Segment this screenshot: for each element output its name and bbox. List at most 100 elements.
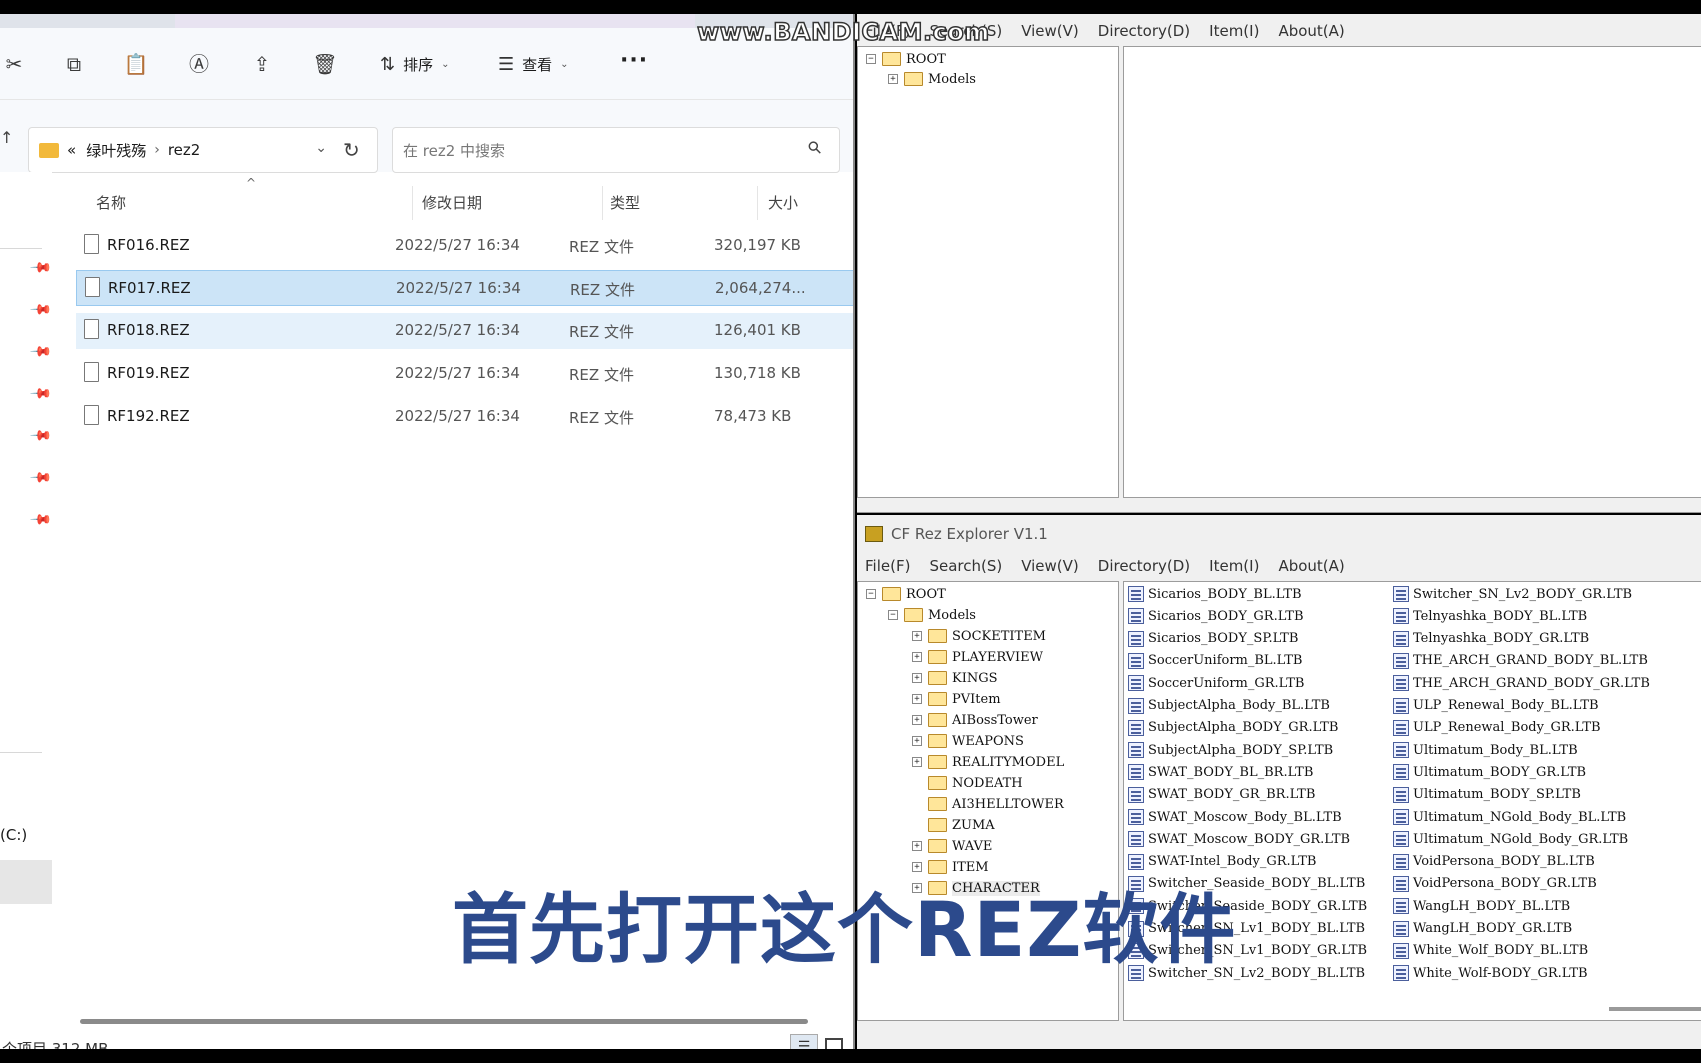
column-header-date[interactable]: 修改日期 — [422, 192, 482, 213]
ltb-file-item[interactable]: ULP_Renewal_Body_GR.LTB — [1393, 718, 1601, 738]
tree-item-folder[interactable]: AI3HELLTOWER — [912, 794, 1064, 814]
tree-item-folder[interactable]: + PVItem — [912, 689, 1001, 709]
menu-search[interactable]: Search(S) — [929, 557, 1002, 581]
file-row[interactable]: RF018.REZ 2022/5/27 16:34 REZ 文件 126,401… — [76, 313, 853, 349]
ltb-file-item[interactable]: Sicarios_BODY_BL.LTB — [1128, 584, 1302, 604]
paste-icon[interactable]: 📋 — [122, 50, 150, 78]
ltb-file-item[interactable]: Sicarios_BODY_SP.LTB — [1128, 629, 1298, 649]
share-icon[interactable]: ⇪ — [248, 50, 276, 78]
tree-item-folder[interactable]: + REALITYMODEL — [912, 752, 1064, 772]
tree-item-folder[interactable]: + WEAPONS — [912, 731, 1024, 751]
tree-item-folder[interactable]: + SOCKETITEM — [912, 626, 1046, 646]
ltb-file-item[interactable]: SubjectAlpha_Body_BL.LTB — [1128, 696, 1330, 716]
menu-directory[interactable]: Directory(D) — [1098, 557, 1190, 581]
horizontal-scrollbar[interactable] — [1609, 1007, 1701, 1011]
ltb-file-item[interactable]: Telnyashka_BODY_GR.LTB — [1393, 629, 1589, 649]
refresh-icon[interactable]: ↻ — [343, 138, 360, 162]
ltb-file-item[interactable]: THE_ARCH_GRAND_BODY_GR.LTB — [1393, 673, 1650, 693]
search-icon[interactable]: ⚲ — [803, 137, 826, 160]
ltb-file-item[interactable]: SubjectAlpha_BODY_SP.LTB — [1128, 740, 1333, 760]
up-arrow-icon[interactable]: ↑ — [0, 128, 13, 147]
ltb-file-item[interactable]: Ultimatum_BODY_GR.LTB — [1393, 762, 1586, 782]
column-divider[interactable] — [412, 186, 413, 220]
nav-item-selected[interactable] — [0, 860, 52, 904]
menu-view[interactable]: View(V) — [1021, 557, 1079, 581]
ltb-file-item[interactable]: SWAT_Moscow_Body_BL.LTB — [1128, 807, 1342, 827]
ltb-file-item[interactable]: White_Wolf-BODY_GR.LTB — [1393, 963, 1588, 983]
delete-icon[interactable]: 🗑 — [311, 50, 339, 78]
rename-icon[interactable]: Ⓐ — [185, 50, 213, 78]
ltb-file-item[interactable]: THE_ARCH_GRAND_BODY_BL.LTB — [1393, 651, 1648, 671]
sort-button[interactable]: ⇅ 排序 ⌄ — [380, 46, 450, 82]
ltb-file-item[interactable]: SWAT_BODY_GR_BR.LTB — [1128, 785, 1315, 805]
expand-icon[interactable]: + — [912, 715, 922, 725]
menu-view[interactable]: View(V) — [1021, 22, 1079, 46]
breadcrumb-item-current[interactable]: rez2 — [168, 141, 200, 159]
menu-file[interactable]: File(F) — [865, 557, 910, 581]
menu-item[interactable]: Item(I) — [1209, 557, 1259, 581]
breadcrumb-item[interactable]: 绿叶残殇 — [86, 140, 146, 161]
file-row[interactable]: RF019.REZ 2022/5/27 16:34 REZ 文件 130,718… — [76, 356, 853, 392]
ltb-file-item[interactable]: WangLH_BODY_BL.LTB — [1393, 896, 1570, 916]
expand-icon[interactable]: + — [912, 841, 922, 851]
menu-about[interactable]: About(A) — [1278, 22, 1344, 46]
expand-icon[interactable]: + — [912, 757, 922, 767]
column-header-size[interactable]: 大小 — [768, 192, 798, 213]
tree-item-folder[interactable]: + WAVE — [912, 836, 992, 856]
ltb-file-item[interactable]: Ultimatum_NGold_Body_GR.LTB — [1393, 829, 1628, 849]
menu-item[interactable]: Item(I) — [1209, 22, 1259, 46]
ltb-file-item[interactable]: VoidPersona_BODY_GR.LTB — [1393, 874, 1597, 894]
tree-item-root[interactable]: − ROOT — [866, 49, 946, 69]
tree-item-folder[interactable]: + AIBossTower — [912, 710, 1038, 730]
tree-item-folder[interactable]: NODEATH — [912, 773, 1023, 793]
column-divider[interactable] — [602, 186, 603, 220]
ltb-file-item[interactable]: ULP_Renewal_Body_BL.LTB — [1393, 696, 1599, 716]
address-bar[interactable]: « 绿叶残殇 › rez2 ⌄ — [28, 127, 378, 173]
expand-icon[interactable]: + — [912, 694, 922, 704]
ltb-file-item[interactable]: WangLH_BODY_GR.LTB — [1393, 919, 1572, 939]
ltb-file-item[interactable]: Ultimatum_BODY_SP.LTB — [1393, 785, 1581, 805]
file-row[interactable]: RF192.REZ 2022/5/27 16:34 REZ 文件 78,473 … — [76, 399, 853, 435]
file-row-selected[interactable]: RF017.REZ 2022/5/27 16:34 REZ 文件 2,064,2… — [76, 270, 853, 306]
tree-item-folder[interactable]: + KINGS — [912, 668, 998, 688]
tree-item-folder[interactable]: ZUMA — [912, 815, 995, 835]
expand-icon[interactable]: + — [912, 652, 922, 662]
ltb-file-item[interactable]: SubjectAlpha_BODY_GR.LTB — [1128, 718, 1338, 738]
ltb-file-item[interactable]: SWAT_Moscow_BODY_GR.LTB — [1128, 829, 1350, 849]
ltb-file-item[interactable]: VoidPersona_BODY_BL.LTB — [1393, 852, 1595, 872]
file-row[interactable]: RF016.REZ 2022/5/27 16:34 REZ 文件 320,197… — [76, 228, 853, 264]
collapse-icon[interactable]: − — [866, 54, 876, 64]
ltb-file-item[interactable]: SoccerUniform_GR.LTB — [1128, 673, 1304, 693]
tree-item-models[interactable]: + Models — [888, 69, 976, 89]
active-tab[interactable] — [175, 14, 695, 28]
expand-icon[interactable]: + — [912, 631, 922, 641]
collapse-icon[interactable]: − — [888, 610, 898, 620]
column-header-name[interactable]: 名称 — [96, 192, 126, 213]
nav-item-drive-c[interactable]: (C:) — [0, 826, 27, 844]
large-icons-view-icon[interactable] — [825, 1038, 843, 1049]
view-button[interactable]: ☰ 查看 ⌄ — [498, 46, 569, 82]
more-options-button[interactable]: ··· — [620, 48, 648, 73]
ltb-file-item[interactable]: White_Wolf_BODY_BL.LTB — [1393, 941, 1588, 961]
column-divider[interactable] — [757, 186, 758, 220]
expand-icon[interactable]: + — [912, 673, 922, 683]
cut-icon[interactable]: ✂ — [0, 50, 28, 78]
ltb-file-item[interactable]: Ultimatum_NGold_Body_BL.LTB — [1393, 807, 1626, 827]
expand-icon[interactable]: + — [888, 74, 898, 84]
ltb-file-item[interactable]: SWAT_BODY_BL_BR.LTB — [1128, 762, 1313, 782]
tree-item-folder[interactable]: + PLAYERVIEW — [912, 647, 1043, 667]
ltb-file-item[interactable]: Switcher_SN_Lv2_BODY_GR.LTB — [1393, 584, 1632, 604]
breadcrumb-overflow[interactable]: « — [67, 141, 76, 159]
search-input[interactable]: 在 rez2 中搜索 ⚲ — [392, 127, 840, 173]
tree-item-models[interactable]: − Models — [888, 605, 976, 625]
details-view-icon[interactable]: ☰ — [790, 1034, 818, 1049]
menu-about[interactable]: About(A) — [1278, 557, 1344, 581]
menu-directory[interactable]: Directory(D) — [1098, 22, 1190, 46]
copy-icon[interactable]: ⧉ — [60, 50, 88, 78]
collapse-icon[interactable]: − — [866, 589, 876, 599]
ltb-file-item[interactable]: Telnyashka_BODY_BL.LTB — [1393, 606, 1587, 626]
ltb-file-item[interactable]: SoccerUniform_BL.LTB — [1128, 651, 1302, 671]
expand-icon[interactable]: + — [912, 736, 922, 746]
horizontal-scrollbar[interactable] — [80, 1019, 808, 1024]
ltb-file-item[interactable]: Sicarios_BODY_GR.LTB — [1128, 606, 1304, 626]
